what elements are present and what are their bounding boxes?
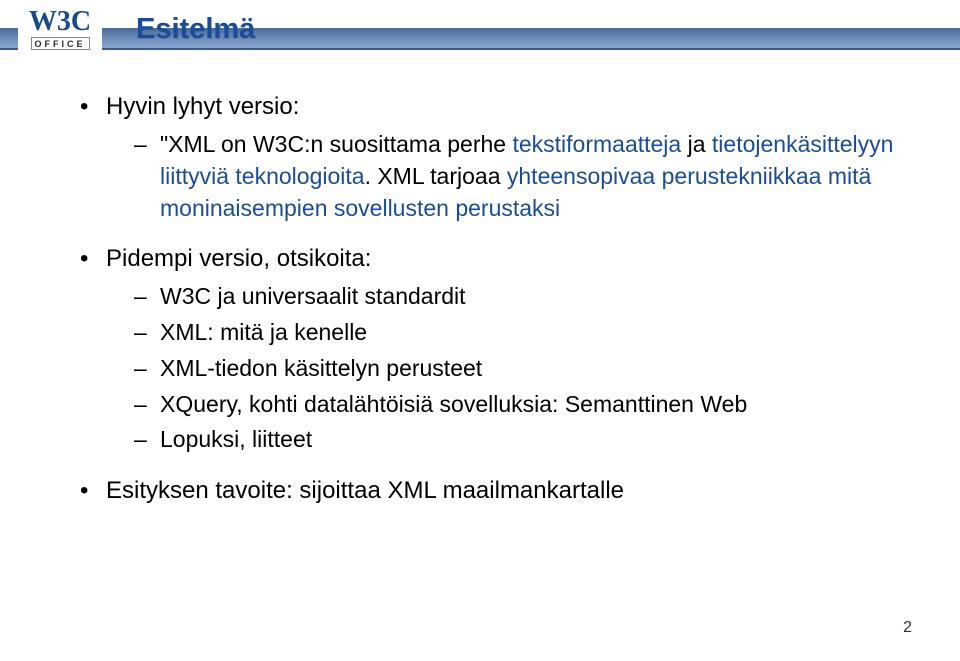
- quote-part: ja: [681, 131, 712, 157]
- quote-part: "XML on W3C:n suosittama perhe: [160, 131, 512, 157]
- quote-line: "XML on W3C:n suosittama perhe tekstifor…: [120, 129, 900, 224]
- logo-letter-w: W: [29, 8, 57, 36]
- list-item: W3C ja universaalit standardit: [120, 281, 900, 313]
- list-item: XML: mitä ja kenelle: [120, 317, 900, 349]
- bullet-goal: Esityksen tavoite: sijoittaa XML maailma…: [80, 474, 900, 507]
- w3c-office-logo: W 3 C OFFICE: [18, 8, 102, 64]
- logo-letter-c: C: [71, 8, 91, 36]
- slide-title: Esitelmä: [136, 13, 255, 46]
- logo-subtext-office: OFFICE: [32, 38, 89, 49]
- w3c-logo-text: W 3 C: [29, 8, 91, 36]
- slide-body: Hyvin lyhyt versio: "XML on W3C:n suosit…: [80, 90, 900, 525]
- bullet-longer-version: Pidempi versio, otsikoita: W3C ja univer…: [80, 242, 900, 456]
- list-item: XML-tiedon käsittelyn perusteet: [120, 353, 900, 385]
- bullet-short-version: Hyvin lyhyt versio: "XML on W3C:n suosit…: [80, 90, 900, 224]
- bullet-label: Hyvin lyhyt versio:: [106, 93, 299, 120]
- bullet-label: Pidempi versio, otsikoita:: [106, 245, 371, 272]
- page-number: 2: [903, 619, 912, 637]
- quote-part: . XML tarjoaa: [365, 163, 507, 189]
- quote-highlight: tekstiformaatteja: [512, 131, 681, 157]
- list-item: Lopuksi, liitteet: [120, 424, 900, 456]
- bullet-label: Esityksen tavoite: sijoittaa XML maailma…: [106, 477, 624, 504]
- list-item: XQuery, kohti datalähtöisiä sovelluksia:…: [120, 389, 900, 421]
- logo-letter-3: 3: [57, 8, 71, 36]
- slide: W 3 C OFFICE Esitelmä Hyvin lyhyt versio…: [0, 0, 960, 661]
